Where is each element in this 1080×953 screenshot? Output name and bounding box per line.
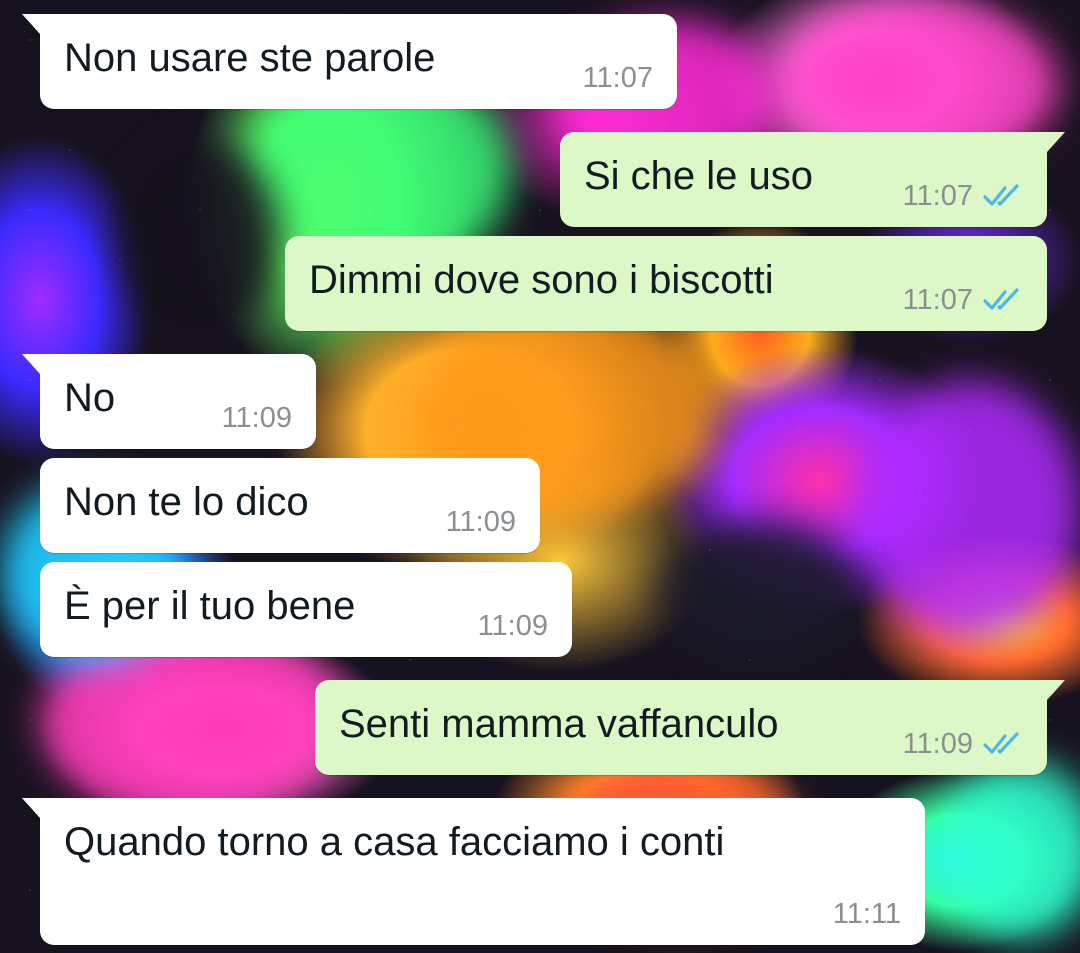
message-time: 11:07 — [902, 180, 973, 212]
message-meta: 11:09 — [222, 401, 292, 435]
incoming-message-bubble[interactable]: No 11:09 — [22, 354, 316, 449]
message-text: Quando torno a casa facciamo i conti — [64, 820, 725, 864]
message-meta: 11:07 — [903, 179, 1023, 213]
incoming-message-bubble[interactable]: È per il tuo bene 11:09 — [40, 562, 572, 657]
incoming-message-bubble[interactable]: Non usare ste parole 11:07 — [22, 14, 677, 109]
message-time: 11:11 — [832, 898, 901, 930]
message-text: Non te lo dico — [64, 480, 309, 524]
outgoing-message-bubble[interactable]: Si che le uso 11:07 — [560, 132, 1065, 227]
incoming-message-bubble[interactable]: Non te lo dico 11:09 — [40, 458, 540, 553]
message-meta: 11:07 — [903, 283, 1023, 317]
message-time: 11:09 — [902, 728, 973, 760]
message-time: 11:07 — [902, 284, 973, 316]
read-double-check-icon — [983, 184, 1023, 208]
message-meta: 11:07 — [583, 61, 653, 95]
message-text: Dimmi dove sono i biscotti — [309, 258, 774, 302]
outgoing-message-bubble[interactable]: Dimmi dove sono i biscotti 11:07 — [285, 236, 1047, 331]
message-meta: 11:11 — [833, 897, 901, 931]
message-text: Si che le uso — [584, 154, 814, 198]
read-double-check-icon — [983, 288, 1023, 312]
message-meta: 11:09 — [446, 505, 516, 539]
message-meta: 11:09 — [478, 609, 548, 643]
outgoing-message-bubble[interactable]: Senti mamma vaffanculo 11:09 — [315, 680, 1065, 775]
message-time: 11:09 — [477, 610, 548, 642]
read-double-check-icon — [983, 732, 1023, 756]
chat-message-list[interactable]: Non usare ste parole 11:07 Si che le uso… — [0, 0, 1080, 953]
message-meta: 11:09 — [903, 727, 1023, 761]
message-text: È per il tuo bene — [64, 584, 356, 628]
message-text: Non usare ste parole — [64, 36, 436, 80]
incoming-message-bubble[interactable]: Quando torno a casa facciamo i conti 11:… — [22, 798, 925, 945]
message-time: 11:09 — [445, 506, 516, 538]
message-text: No — [64, 376, 116, 420]
message-text: Senti mamma vaffanculo — [339, 702, 779, 746]
message-time: 11:07 — [582, 62, 653, 94]
message-time: 11:09 — [221, 402, 292, 434]
